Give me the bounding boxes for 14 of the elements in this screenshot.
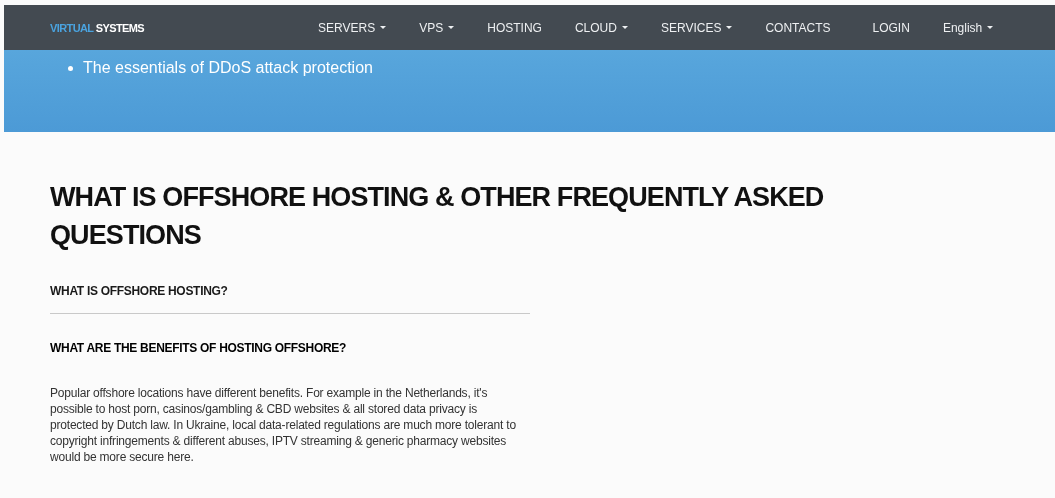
- faq-question[interactable]: WHAT ARE THE BENEFITS OF HOSTING OFFSHORE?: [50, 341, 530, 355]
- page-heading: WHAT IS OFFSHORE HOSTING & OTHER FREQUENTLY ASKED QUESTIONS: [50, 181, 825, 252]
- bullet-icon: [68, 65, 73, 71]
- nav-link[interactable]: CONTACTS: [751, 20, 845, 35]
- nav-link[interactable]: HOSTING: [473, 20, 556, 35]
- faq-answer: Popular offshore locations have different benefits. For example in the Netherlands, it's possible to host porn, casinos/gambling & CBD websites & all stored data privacy is protected by Dutch law. In Ukraine, local data-related regulations are much more tolerant to copyright infringements & different abuses, IPTV streaming & generic pharmacy websites would be more secure here.: [50, 385, 517, 465]
- nav-link[interactable]: CLOUD: [560, 20, 642, 35]
- nav-link[interactable]: SERVICES: [646, 20, 747, 35]
- nav-link[interactable]: SERVERS: [304, 20, 401, 35]
- nav-link[interactable]: English: [928, 20, 1008, 35]
- logo[interactable]: VIRTUAL SYSTEMS: [50, 21, 145, 34]
- nav-link[interactable]: VPS: [405, 20, 469, 35]
- nav-link[interactable]: LOGIN: [858, 20, 924, 35]
- faq-question[interactable]: WHAT IS OFFSHORE HOSTING?: [50, 284, 530, 314]
